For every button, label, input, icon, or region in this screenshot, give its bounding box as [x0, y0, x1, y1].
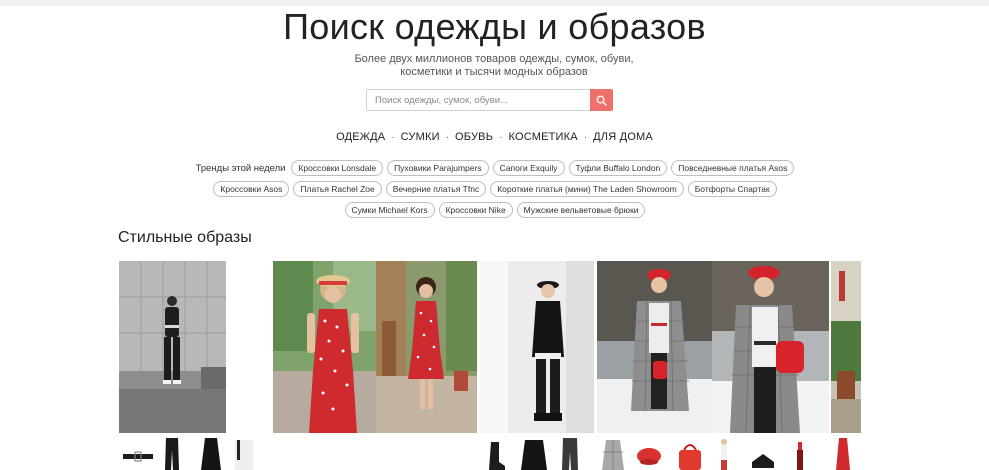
product-thumb[interactable]	[717, 436, 731, 470]
dress-icon	[836, 438, 850, 470]
category-bags[interactable]: СУМКИ	[395, 131, 446, 143]
product-thumb[interactable]	[635, 436, 663, 470]
trousers-icon	[562, 438, 578, 470]
looks-section-title: Стильные образы	[118, 229, 252, 246]
belt-icon	[123, 451, 153, 462]
look-card[interactable]	[597, 261, 712, 433]
product-thumb[interactable]	[231, 436, 257, 470]
photo-urban-black-outfit	[119, 261, 226, 433]
search-bar	[366, 89, 613, 111]
search-input[interactable]	[366, 89, 590, 111]
shoes-icon	[752, 454, 774, 468]
boots-icon	[489, 442, 505, 470]
trend-tag[interactable]: Повседневные платья Asos	[671, 160, 795, 176]
look-card[interactable]	[119, 261, 226, 433]
category-nav: ОДЕЖДА · СУМКИ · ОБУВЬ · КОСМЕТИКА · ДЛЯ…	[0, 131, 989, 143]
photo-winter-red-beret	[712, 261, 829, 433]
trend-tag[interactable]: Кроссовки Nike	[438, 202, 513, 218]
looks-gallery	[119, 261, 861, 433]
product-thumb[interactable]	[485, 436, 507, 470]
trend-tag[interactable]: Сапоги Exquily	[492, 160, 565, 176]
product-thumb[interactable]	[519, 436, 549, 470]
trends-block: Тренды этой недели Кроссовки Lonsdale Пу…	[180, 160, 810, 223]
lipstick-icon	[797, 442, 803, 470]
look-card[interactable]	[831, 261, 861, 433]
top-icon	[201, 438, 221, 470]
trend-row: Сумки Michael Kors Кроссовки Nike Мужски…	[180, 202, 810, 218]
coat-icon	[602, 440, 624, 470]
trend-tag[interactable]: Короткие платья (мини) The Laden Showroo…	[490, 181, 684, 197]
category-shoes[interactable]: ОБУВЬ	[449, 131, 499, 143]
bag-icon	[235, 440, 253, 470]
look-card[interactable]	[273, 261, 376, 433]
trend-row: Кроссовки Asos Платья Rachel Zoe Вечерни…	[180, 181, 810, 197]
look-card[interactable]	[376, 261, 477, 433]
trend-tag[interactable]: Сумки Michael Kors	[344, 202, 435, 218]
handbag-icon	[679, 444, 701, 470]
trend-tag[interactable]: Вечерние платья Tfnc	[385, 181, 487, 197]
category-cosmetics[interactable]: КОСМЕТИКА	[502, 131, 583, 143]
product-thumb[interactable]	[601, 436, 625, 470]
product-strip	[119, 436, 861, 470]
beret-icon	[637, 448, 661, 465]
product-thumb[interactable]	[559, 436, 581, 470]
photo-red-polka-dress	[376, 261, 477, 433]
page-title: Поиск одежды и образов	[283, 6, 706, 47]
trend-tag[interactable]: Платья Rachel Zoe	[293, 181, 382, 197]
category-clothing[interactable]: ОДЕЖДА	[330, 131, 391, 143]
search-button[interactable]	[590, 89, 613, 111]
product-thumb[interactable]	[199, 436, 223, 470]
photo-winter-red-beret	[597, 261, 712, 433]
trends-label: Тренды этой недели	[195, 162, 286, 174]
product-thumb[interactable]	[675, 436, 705, 470]
trend-tag[interactable]: Туфли Buffalo London	[568, 160, 668, 176]
trend-tag[interactable]: Мужские вельветовые брюки	[516, 202, 646, 218]
page-subtitle: Более двух миллионов товаров одежды, сум…	[344, 53, 644, 79]
subtitle-line-2: косметики и тысячи модных образов	[400, 66, 588, 78]
product-thumb[interactable]	[795, 436, 805, 470]
trousers-icon	[165, 438, 179, 470]
category-home[interactable]: ДЛЯ ДОМА	[587, 131, 659, 143]
product-thumb[interactable]	[749, 436, 777, 470]
sweater-icon	[521, 440, 547, 470]
look-card[interactable]	[712, 261, 829, 433]
trend-tag[interactable]: Пуховики Parajumpers	[387, 160, 489, 176]
photo-red-polka-dress	[273, 261, 376, 433]
photo-black-outfit-studio	[480, 261, 594, 433]
product-thumb[interactable]	[161, 436, 183, 470]
photo-partial	[831, 261, 861, 433]
figure-icon	[721, 439, 727, 470]
product-thumb[interactable]	[835, 436, 851, 470]
look-card[interactable]	[480, 261, 594, 433]
trend-tag[interactable]: Кроссовки Asos	[213, 181, 290, 197]
trend-tag[interactable]: Кроссовки Lonsdale	[291, 160, 384, 176]
trend-tag[interactable]: Ботфорты Спартак	[687, 181, 777, 197]
trend-row: Тренды этой недели Кроссовки Lonsdale Пу…	[180, 160, 810, 176]
subtitle-line-1: Более двух миллионов товаров одежды, сум…	[354, 53, 634, 65]
product-thumb[interactable]	[121, 436, 155, 470]
search-icon	[596, 95, 607, 106]
